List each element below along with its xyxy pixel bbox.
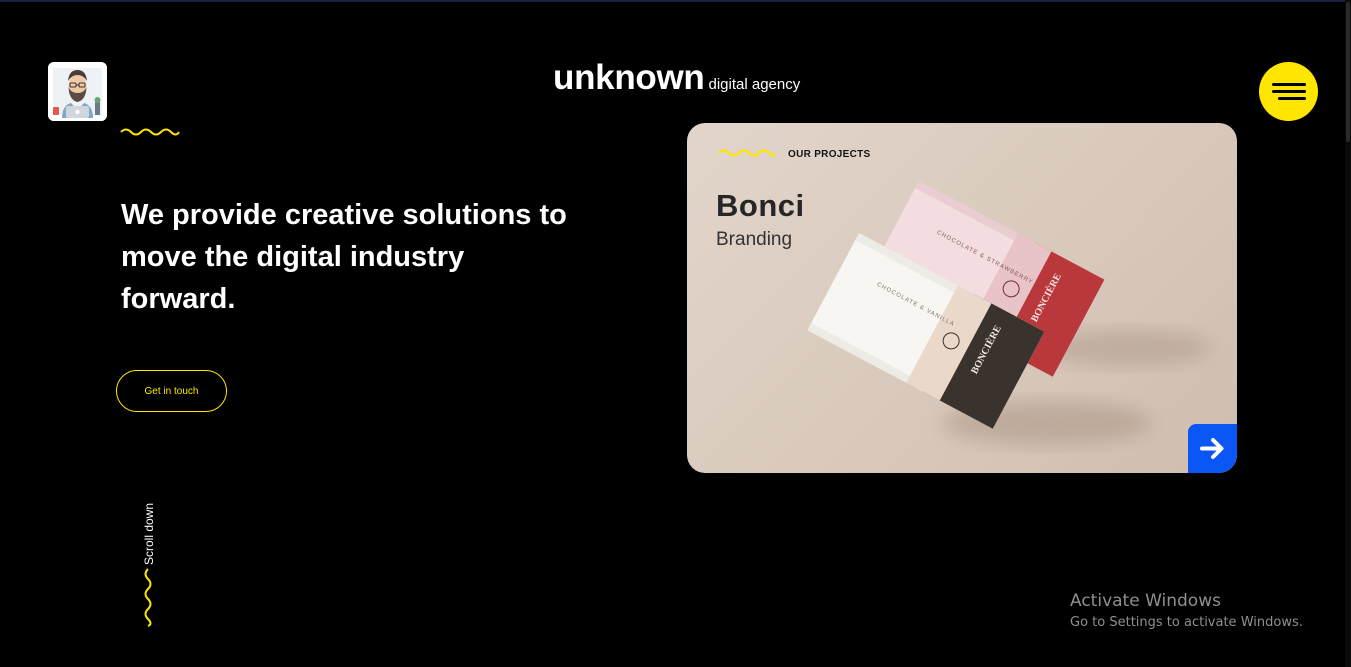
activate-windows-watermark: Activate Windows Go to Settings to activ… (1070, 591, 1303, 630)
brand-tagline: digital agency (708, 76, 801, 93)
project-subtitle: Branding (716, 229, 793, 250)
scroll-squiggle-icon (144, 568, 152, 627)
window-top-border (0, 0, 1351, 2)
project-title: Bonci (716, 188, 805, 223)
arrow-right-icon (1200, 438, 1224, 459)
hamburger-menu-icon (1272, 83, 1306, 86)
scrollbar-thumb[interactable] (1346, 2, 1350, 142)
squiggle-decoration-icon (718, 149, 776, 157)
watermark-subtitle: Go to Settings to activate Windows. (1070, 615, 1303, 630)
bearded-man-avatar-icon (48, 62, 107, 121)
brand-logo[interactable]: unknown digital agency (553, 58, 800, 98)
menu-button[interactable] (1259, 62, 1318, 121)
scroll-down-label[interactable]: Scroll down (140, 500, 158, 568)
squiggle-decoration-icon (120, 128, 180, 136)
project-card[interactable]: CHOCOLATE & STRAWBERRY BONCIÈRE CHOCOLAT… (687, 123, 1237, 473)
get-in-touch-button[interactable]: Get in touch (116, 370, 227, 412)
brand-name: unknown (553, 58, 705, 97)
avatar[interactable] (48, 62, 107, 121)
hamburger-menu-icon (1272, 90, 1306, 93)
hero-headline: We provide creative solutions to move th… (121, 199, 567, 315)
page-scrollbar[interactable] (1345, 0, 1351, 667)
watermark-title: Activate Windows (1070, 591, 1221, 611)
card-eyebrow: OUR PROJECTS (788, 149, 871, 160)
hamburger-menu-icon (1278, 97, 1306, 100)
project-next-button[interactable] (1188, 424, 1237, 473)
chocolate-bar-packaging-mockup: CHOCOLATE & STRAWBERRY BONCIÈRE CHOCOLAT… (807, 181, 1212, 445)
